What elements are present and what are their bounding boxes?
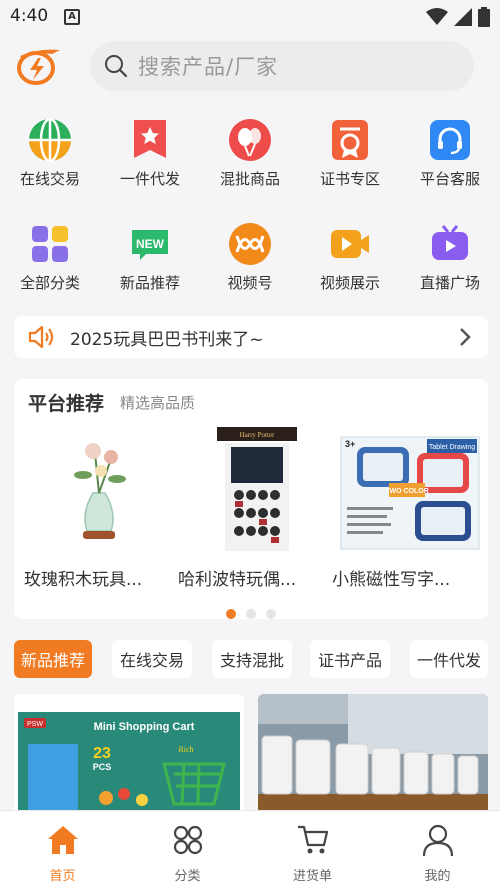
nav-label: 分类: [174, 869, 201, 884]
nav-home[interactable]: 首页: [0, 811, 125, 888]
search-placeholder: 搜索产品/厂家: [138, 55, 279, 79]
star-flag-icon: [128, 118, 172, 162]
nav-label: 进货单: [292, 869, 332, 884]
quick-video-showcase[interactable]: 视频展示: [300, 222, 400, 293]
nav-profile[interactable]: 我的: [375, 811, 500, 888]
section-subtitle: 精选高品质: [120, 394, 196, 412]
globe-icon: [28, 118, 72, 162]
status-indicators: [426, 7, 490, 27]
product-name: 哈利波特玩偶...: [178, 570, 297, 590]
product-image: Tablet Drawing 3+ TWO COLOR: [339, 423, 480, 553]
svg-text:Harry Potter: Harry Potter: [240, 431, 275, 439]
product-image: [258, 694, 488, 814]
quick-label: 全部分类: [19, 274, 80, 292]
svg-text:3+: 3+: [345, 439, 355, 449]
carousel-dot[interactable]: [226, 609, 236, 619]
tab-dropship[interactable]: 一件代发: [410, 640, 488, 678]
wifi-icon: [426, 8, 448, 25]
notice-bar[interactable]: 2025玩具巴巴书刊来了~: [14, 316, 488, 358]
new-badge-icon: NEW: [128, 222, 172, 266]
section-title: 平台推荐: [28, 393, 105, 415]
app-logo[interactable]: [14, 46, 62, 86]
carousel-dot[interactable]: [246, 609, 256, 619]
play-icon: [328, 222, 372, 266]
quick-label: 平台客服: [419, 170, 480, 188]
tab-online-trade[interactable]: 在线交易: [112, 640, 192, 678]
card-image-title: Mini Shopping Cart: [94, 721, 195, 733]
nav-category[interactable]: 分类: [125, 811, 250, 888]
quick-dropship[interactable]: 一件代发: [100, 118, 200, 189]
chevron-right-icon: [460, 328, 471, 346]
quick-certificate-zone[interactable]: 证书专区: [300, 118, 400, 189]
battery-icon: [478, 7, 490, 27]
filter-tabs: 新品推荐 在线交易 支持混批 证书产品 一件代发: [14, 640, 494, 678]
quick-customer-service[interactable]: 平台客服: [400, 118, 500, 189]
card-count: 23: [93, 745, 111, 762]
quick-new-products[interactable]: NEW 新品推荐: [100, 222, 200, 293]
card-pcs: PCS: [93, 762, 112, 772]
search-icon: [105, 55, 128, 78]
quick-label: 视频展示: [319, 274, 380, 292]
grid-icon: [28, 222, 72, 266]
recommend-product-card[interactable]: Tablet Drawing 3+ TWO COLOR 小熊磁性写字...: [332, 423, 482, 590]
speaker-icon: [28, 325, 54, 349]
quick-label: 一件代发: [119, 170, 180, 188]
quick-label: 视频号: [227, 274, 273, 292]
quick-all-categories[interactable]: 全部分类: [0, 222, 100, 293]
a-icon: A: [64, 9, 80, 25]
quick-label: 混批商品: [219, 170, 280, 188]
balloons-icon: [228, 118, 272, 162]
header: 搜索产品/厂家: [0, 34, 500, 100]
svg-text:Tablet Drawing: Tablet Drawing: [429, 444, 475, 451]
quick-video-channel[interactable]: 视频号: [200, 222, 300, 293]
svg-text:NEW: NEW: [136, 237, 165, 251]
carousel-indicator: [14, 609, 488, 619]
status-time: 4:40: [10, 6, 49, 26]
product-image: PSW Mini Shopping Cart 23 PCS Rich: [14, 694, 244, 814]
nav-label: 首页: [49, 869, 76, 884]
cart-icon: [297, 825, 328, 854]
search-bar[interactable]: 搜索产品/厂家: [90, 41, 474, 91]
certificate-icon: [328, 118, 372, 162]
nav-label: 我的: [424, 869, 451, 884]
quick-mixed-batch[interactable]: 混批商品: [200, 118, 300, 189]
user-icon: [422, 824, 453, 857]
live-tv-icon: [428, 222, 472, 266]
carousel-dot[interactable]: [266, 609, 276, 619]
product-name: 玫瑰积木玩具...: [24, 570, 143, 590]
signal-icon: [454, 8, 472, 26]
quick-label: 证书专区: [319, 170, 380, 188]
tab-new-products[interactable]: 新品推荐: [14, 640, 92, 678]
bottom-nav: 首页 分类 进货单 我的: [0, 810, 500, 888]
platform-recommend-section: 平台推荐 精选高品质 玫瑰积木玩具... Harry Potter 哈利波特玩偶…: [14, 379, 488, 619]
nav-cart[interactable]: 进货单: [250, 811, 375, 888]
card-badge: Rich: [178, 745, 193, 754]
recommend-product-card[interactable]: 玫瑰积木玩具...: [24, 423, 174, 590]
product-card[interactable]: [258, 694, 488, 814]
video-channel-icon: [228, 222, 272, 266]
notice-text: 2025玩具巴巴书刊来了~: [70, 329, 264, 350]
quick-live-square[interactable]: 直播广场: [400, 222, 500, 293]
quick-label: 新品推荐: [119, 274, 180, 292]
tab-certified-products[interactable]: 证书产品: [310, 640, 390, 678]
tab-mixed-batch[interactable]: 支持混批: [212, 640, 292, 678]
quick-label: 直播广场: [419, 274, 480, 292]
product-name: 小熊磁性写字...: [332, 570, 451, 590]
product-image: [31, 423, 167, 553]
home-icon: [47, 826, 78, 854]
card-brand: PSW: [27, 721, 43, 728]
category-icon: [173, 825, 202, 855]
status-bar: 4:40 A: [0, 0, 500, 34]
headset-icon: [428, 118, 472, 162]
svg-text:TWO COLOR: TWO COLOR: [385, 488, 429, 495]
recommend-product-card[interactable]: Harry Potter 哈利波特玩偶...: [178, 423, 328, 590]
quick-online-trade[interactable]: 在线交易: [0, 118, 100, 189]
product-image: Harry Potter: [185, 423, 321, 553]
product-card[interactable]: PSW Mini Shopping Cart 23 PCS Rich: [14, 694, 244, 814]
quick-label: 在线交易: [19, 170, 80, 188]
